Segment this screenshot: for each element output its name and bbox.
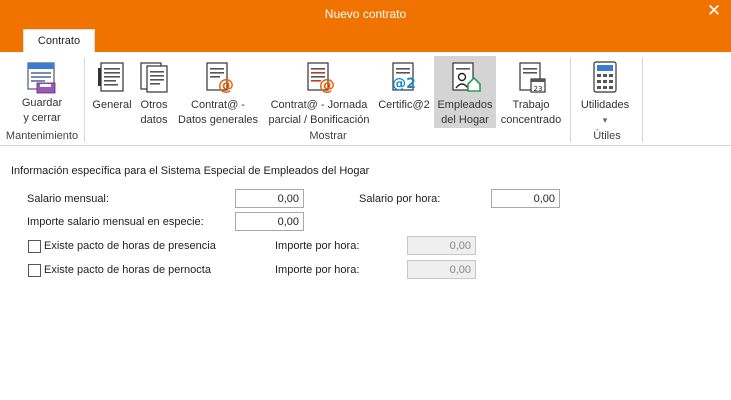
empleados-label-2: del Hogar <box>441 114 489 126</box>
importe-presencia-label: Importe por hora: <box>275 240 360 252</box>
svg-text:@: @ <box>218 75 234 94</box>
salario-mensual-input[interactable] <box>235 189 304 208</box>
importe-pernocta-label: Importe por hora: <box>275 264 360 276</box>
empleados-label-1: Empleados <box>437 99 493 111</box>
documents-icon <box>140 62 168 93</box>
importe-especie-label: Importe salario mensual en especie: <box>27 216 204 228</box>
general-button[interactable]: General <box>90 56 134 128</box>
tab-contrato[interactable]: Contrato <box>23 29 95 53</box>
group-label-utiles: Útiles <box>593 130 621 142</box>
importe-presencia-input <box>407 236 476 255</box>
save-close-label-2: y cerrar <box>23 112 61 124</box>
certifica-button[interactable]: @2 Certific@2 <box>376 56 432 128</box>
contrata-jornada-button[interactable]: @ Contrat@ - Jornada parcial / Bonificac… <box>264 56 374 128</box>
ribbon-separator <box>570 58 571 142</box>
salario-mensual-label: Salario mensual: <box>27 193 109 205</box>
utilidades-dropdown-button[interactable]: Utilidades ▾ <box>576 56 634 128</box>
close-icon[interactable]: ✕ <box>703 1 725 21</box>
contrata-jornada-label-1: Contrat@ - Jornada <box>270 99 368 111</box>
trabajo-label-1: Trabajo <box>512 99 550 111</box>
certifica-icon: @2 <box>392 62 416 92</box>
pacto-presencia-label: Existe pacto de horas de presencia <box>44 240 216 252</box>
calendar-icon: 23 <box>519 62 546 93</box>
ribbon-separator <box>84 58 85 142</box>
contrata-icon: @ <box>206 62 234 94</box>
title-bar: Nuevo contrato ✕ <box>0 0 731 52</box>
pacto-pernocta-label: Existe pacto de horas de pernocta <box>44 264 211 276</box>
pacto-presencia-checkbox[interactable] <box>28 240 41 253</box>
pacto-pernocta-checkbox[interactable] <box>28 264 41 277</box>
contrata-datos-label-2: Datos generales <box>177 114 259 126</box>
otros-datos-button[interactable]: Otros datos <box>136 56 172 128</box>
window-title: Nuevo contrato <box>324 7 407 21</box>
save-icon <box>27 62 56 94</box>
chevron-down-icon: ▾ <box>602 115 608 125</box>
general-label: General <box>92 99 132 111</box>
save-close-button[interactable]: Guardar y cerrar <box>14 56 70 128</box>
ribbon: Guardar y cerrar Mantenimiento General O… <box>0 52 731 146</box>
document-icon <box>98 62 124 92</box>
contrata-jornada-label-2: parcial / Bonificación <box>268 114 370 126</box>
certifica-label: Certific@2 <box>378 99 430 111</box>
save-close-label-1: Guardar <box>21 97 63 109</box>
utilidades-label: Utilidades <box>580 99 630 111</box>
home-user-icon <box>452 62 481 92</box>
contrata-datos-generales-button[interactable]: @ Contrat@ - Datos generales <box>174 56 262 128</box>
section-title: Información específica para el Sistema E… <box>11 165 370 177</box>
otros-datos-label-1: Otros <box>140 99 168 111</box>
group-label-mostrar: Mostrar <box>309 130 347 142</box>
importe-pernocta-input <box>407 260 476 279</box>
trabajo-label-2: concentrado <box>500 114 562 126</box>
trabajo-concentrado-button[interactable]: 23 Trabajo concentrado <box>497 56 565 128</box>
otros-datos-label-2: datos <box>140 114 168 126</box>
calculator-icon <box>593 61 617 93</box>
group-label-mantenimiento: Mantenimiento <box>5 130 79 142</box>
svg-text:@: @ <box>319 75 335 94</box>
svg-text:23: 23 <box>534 85 543 93</box>
contrata-jornada-icon: @ <box>307 62 335 94</box>
salario-hora-input[interactable] <box>491 189 560 208</box>
empleados-hogar-button[interactable]: Empleados del Hogar <box>434 56 496 128</box>
salario-hora-label: Salario por hora: <box>359 193 441 205</box>
ribbon-separator <box>642 58 643 142</box>
svg-text:@2: @2 <box>392 76 416 92</box>
importe-especie-input[interactable] <box>235 212 304 231</box>
contrata-datos-label-1: Contrat@ - <box>191 99 245 111</box>
